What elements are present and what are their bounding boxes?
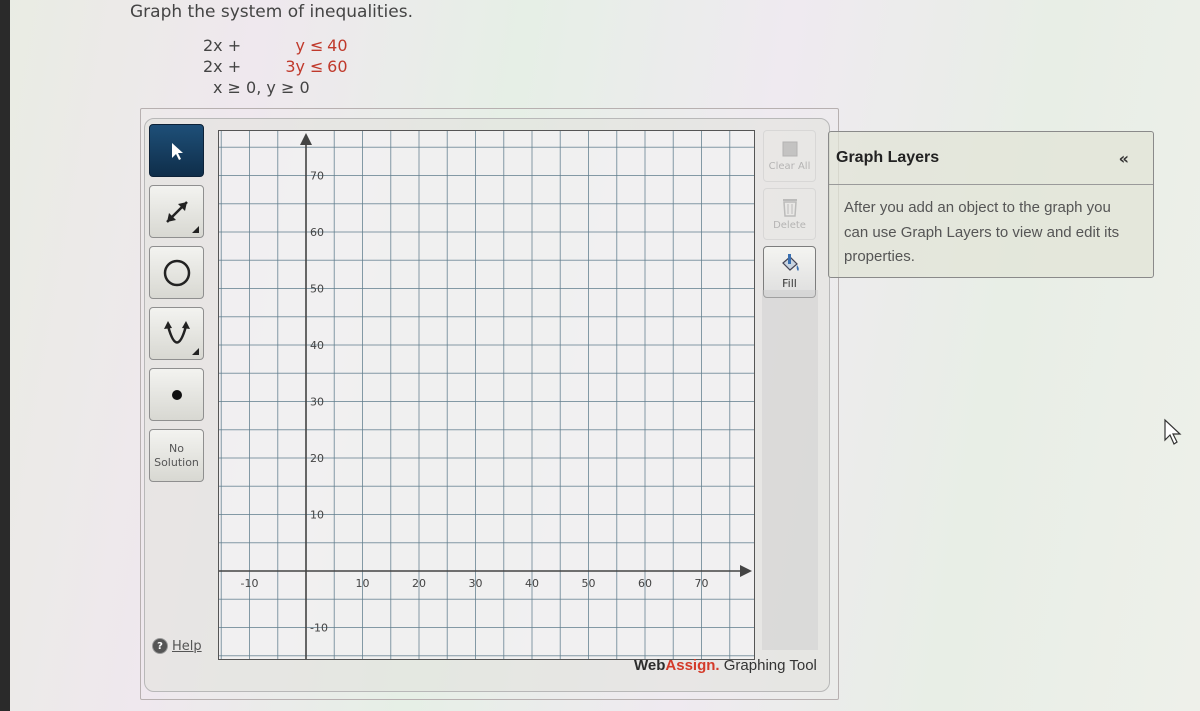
circle-icon	[163, 259, 190, 286]
clear-all-label: Clear All	[768, 161, 811, 172]
line-arrow-icon	[165, 200, 188, 223]
x-tick-label: 30	[469, 577, 483, 590]
inequality-1-rhs-value: 40	[327, 36, 348, 55]
paint-bucket-icon	[781, 254, 799, 271]
help-icon: ?	[152, 638, 168, 654]
fill-label: Fill	[782, 277, 797, 290]
line-tool-button[interactable]	[149, 185, 204, 238]
graph-canvas[interactable]: -10 10 20 30 40 50 60 70 70 60 50 40 30 20 10 -10	[218, 130, 755, 660]
collapse-panel-icon[interactable]: «	[1119, 149, 1129, 168]
submenu-indicator-icon	[192, 226, 199, 233]
point-icon	[171, 389, 182, 400]
y-tick-label: 50	[310, 283, 324, 296]
x-tick-label: 20	[412, 577, 426, 590]
x-tick-label: 10	[356, 577, 370, 590]
graph-layers-header: Graph Layers «	[829, 132, 1153, 185]
inequality-2-rhs-value: 60	[327, 57, 348, 76]
inequality-1-y-term: y	[295, 36, 305, 55]
y-tick-label: 70	[310, 170, 324, 183]
help-link[interactable]: ? Help	[152, 638, 202, 654]
y-tick-label: -10	[310, 622, 328, 635]
inequality-1: 2x + y ≤ 40	[203, 36, 348, 55]
x-tick-label: 50	[582, 577, 596, 590]
y-tick-label: 30	[310, 396, 324, 409]
y-tick-label: 10	[310, 509, 324, 522]
y-tick-label: 40	[310, 339, 324, 352]
y-tick-label: 60	[310, 226, 324, 239]
no-solution-label-line1: No	[169, 441, 184, 455]
x-tick-label: -10	[241, 577, 259, 590]
graph-layers-panel: Graph Layers « After you add an object t…	[828, 131, 1154, 278]
circle-tool-button[interactable]	[149, 246, 204, 299]
inequality-1-rhs: 40	[317, 36, 348, 55]
y-axis-arrow	[300, 133, 312, 145]
trash-icon	[782, 199, 797, 217]
select-tool-button[interactable]	[149, 124, 204, 177]
x-tick-label: 60	[638, 577, 652, 590]
parabola-tool-button[interactable]	[149, 307, 204, 360]
inequality-2-x-term: 2x +	[203, 57, 242, 76]
parabola-icon	[163, 320, 190, 344]
delete-label: Delete	[773, 220, 806, 231]
graph-layers-description: After you add an object to the graph you…	[844, 199, 1120, 265]
inequality-2: 2x + 3y ≤ 60	[203, 57, 348, 76]
help-label: Help	[172, 638, 202, 654]
no-solution-label: No Solution	[154, 442, 199, 470]
point-tool-button[interactable]	[149, 368, 204, 421]
brand-assign: Assign.	[665, 657, 720, 674]
grid-lines	[219, 131, 754, 659]
delete-button[interactable]: Delete	[763, 188, 816, 240]
question-prompt: Graph the system of inequalities.	[130, 2, 413, 22]
no-solution-button[interactable]: No Solution	[149, 429, 204, 482]
x-tick-label: 70	[695, 577, 709, 590]
x-axis-arrow	[740, 565, 752, 577]
mouse-cursor-icon	[1164, 418, 1182, 445]
brand-graphing-tool: Graphing Tool	[719, 657, 817, 674]
clear-all-button[interactable]: Clear All	[763, 130, 816, 182]
no-solution-label-line2: Solution	[154, 455, 199, 469]
graph-layers-title: Graph Layers	[836, 149, 940, 166]
edit-toolbar-background	[762, 290, 818, 650]
webassign-branding: WebAssign. Graphing Tool	[634, 657, 817, 674]
inequality-2-y-term: 3y	[285, 57, 305, 76]
x-axis-labels: -10 10 20 30 40 50 60 70	[241, 577, 709, 590]
inequality-2-rhs: 60	[317, 57, 348, 76]
nonnegativity-constraints: x ≥ 0, y ≥ 0	[213, 78, 310, 97]
y-tick-label: 20	[310, 452, 324, 465]
window-edge	[0, 0, 10, 711]
brand-web: Web	[634, 657, 666, 674]
clear-all-icon	[782, 141, 797, 157]
pointer-icon	[171, 142, 183, 160]
submenu-indicator-icon	[192, 348, 199, 355]
x-tick-label: 40	[525, 577, 539, 590]
inequality-1-x-term: 2x +	[203, 36, 242, 55]
axes	[219, 133, 752, 659]
